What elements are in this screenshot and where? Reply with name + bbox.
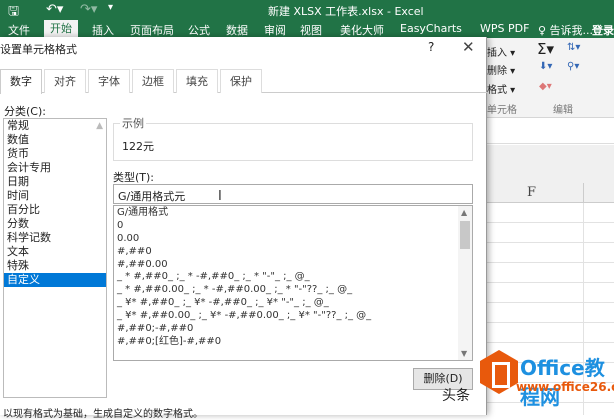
format-cells-button[interactable]: 格式 ▾ (487, 81, 515, 96)
tab-view[interactable]: 视图 (300, 22, 322, 38)
category-number[interactable]: 数值 (4, 133, 106, 147)
tab-font[interactable]: 字体 (88, 69, 130, 93)
format-item[interactable]: #,##0.00 (114, 258, 472, 271)
delete-cells-button[interactable]: 删除 ▾ (487, 62, 515, 77)
format-item[interactable]: _ ¥* #,##0.00_ ;_ ¥* -#,##0.00_ ;_ ¥* "-… (114, 309, 472, 322)
tab-page-layout[interactable]: 页面布局 (130, 22, 174, 38)
format-item[interactable]: #,##0;[红色]-#,##0 (114, 335, 472, 348)
tab-easycharts[interactable]: EasyCharts (400, 22, 462, 35)
tab-border[interactable]: 边框 (132, 69, 174, 93)
office-logo-icon (480, 350, 518, 394)
toutiao-watermark: 头条 (442, 388, 470, 404)
category-scientific[interactable]: 科学记数 (4, 231, 106, 245)
text-cursor-icon: I (218, 189, 222, 204)
tab-alignment[interactable]: 对齐 (44, 69, 86, 93)
ribbon-tabs: 文件 开始 插入 页面布局 公式 数据 审阅 视图 美化大师 EasyChart… (0, 20, 614, 38)
ribbon-body: 插入 ▾ 删除 ▾ 格式 ▾ 单元格 Σ▾ ⇅▾ ⬇▾ ⚲▾ ◆▾ 编辑 (487, 38, 614, 118)
clear-icon[interactable]: ◆▾ (539, 81, 552, 92)
watermark: 头条 Office教程网 www.office26.com (400, 350, 614, 415)
format-item[interactable]: #,##0 (114, 245, 472, 258)
customize-qat-icon[interactable]: ▾ (108, 2, 113, 13)
category-currency[interactable]: 货币 (4, 147, 106, 161)
tab-beautify[interactable]: 美化大师 (340, 22, 384, 38)
group-cells-label: 单元格 (487, 105, 517, 116)
redo-icon[interactable]: ↷▾ (80, 2, 97, 17)
tab-file[interactable]: 文件 (8, 22, 30, 38)
format-list[interactable]: G/通用格式 0 0.00 #,##0 #,##0.00 _ * #,##0_ … (113, 205, 473, 361)
category-label: 分类(C): (4, 105, 46, 118)
sample-label: 示例 (120, 115, 146, 131)
category-special[interactable]: 特殊 (4, 259, 106, 273)
category-custom[interactable]: 自定义 (4, 273, 106, 287)
scrollbar-thumb[interactable] (460, 221, 470, 249)
sheet-toolbar (487, 145, 614, 183)
format-item[interactable]: 0 (114, 219, 472, 232)
formula-bar[interactable] (487, 120, 614, 144)
format-list-scrollbar[interactable]: ▲ ▼ (458, 206, 472, 360)
format-item[interactable]: _ ¥* #,##0_ ;_ ¥* -#,##0_ ;_ ¥* "-"_ ;_ … (114, 296, 472, 309)
tab-wps-pdf[interactable]: WPS PDF (480, 22, 529, 35)
tell-me[interactable]: ♀ 告诉我... (538, 22, 593, 38)
window-title: 新建 XLSX 工作表.xlsx - Excel (268, 5, 424, 18)
close-icon[interactable]: ✕ (462, 38, 475, 56)
format-item[interactable]: G/通用格式 (114, 206, 472, 219)
type-label: 类型(T): (113, 171, 155, 184)
category-time[interactable]: 时间 (4, 189, 106, 203)
autosum-icon[interactable]: Σ▾ (537, 40, 554, 58)
category-date[interactable]: 日期 (4, 175, 106, 189)
find-icon[interactable]: ⚲▾ (567, 61, 579, 72)
sort-filter-icon[interactable]: ⇅▾ (567, 42, 580, 53)
format-item[interactable]: _ * #,##0.00_ ;_ * -#,##0.00_ ;_ * "-"??… (114, 283, 472, 296)
category-list[interactable]: ▲ 常规 数值 货币 会计专用 日期 时间 百分比 分数 科学记数 文本 特殊 … (3, 118, 107, 398)
scroll-up-icon[interactable]: ▲ (461, 208, 467, 217)
hint-text: 以现有格式为基础，生成自定义的数字格式。 (3, 409, 203, 420)
tab-insert[interactable]: 插入 (92, 22, 114, 38)
watermark-url: www.office26.com (516, 380, 614, 394)
tab-review[interactable]: 审阅 (264, 22, 286, 38)
fill-icon[interactable]: ⬇▾ (539, 61, 552, 72)
login-link[interactable]: 登录 (592, 22, 614, 38)
scroll-up-icon[interactable]: ▲ (96, 121, 103, 131)
tab-home[interactable]: 开始 (44, 20, 78, 38)
tab-fill[interactable]: 填充 (176, 69, 218, 93)
sample-value: 122元 (122, 140, 154, 153)
excel-title-bar: 🖫 ↶▾ ↷▾ ▾ 新建 XLSX 工作表.xlsx - Excel (0, 0, 614, 20)
insert-cells-button[interactable]: 插入 ▾ (487, 44, 515, 59)
format-item[interactable]: 0.00 (114, 232, 472, 245)
undo-icon[interactable]: ↶▾ (46, 2, 63, 17)
dialog-tabs: 数字 对齐 字体 边框 填充 保护 (0, 69, 487, 94)
format-item[interactable]: #,##0;-#,##0 (114, 322, 472, 335)
category-fraction[interactable]: 分数 (4, 217, 106, 231)
help-button[interactable]: ? (428, 40, 434, 54)
tab-formulas[interactable]: 公式 (188, 22, 210, 38)
dialog-title: 设置单元格格式 (0, 43, 77, 56)
category-percentage[interactable]: 百分比 (4, 203, 106, 217)
column-header: F (487, 183, 614, 203)
tab-data[interactable]: 数据 (226, 22, 248, 38)
column-f-header[interactable]: F (527, 185, 536, 200)
group-edit-label: 编辑 (553, 105, 573, 116)
format-item[interactable]: _ * #,##0_ ;_ * -#,##0_ ;_ * "-"_ ;_ @_ (114, 270, 472, 283)
category-accounting[interactable]: 会计专用 (4, 161, 106, 175)
category-general[interactable]: 常规 (4, 119, 106, 133)
tab-number[interactable]: 数字 (0, 69, 42, 94)
category-text[interactable]: 文本 (4, 245, 106, 259)
type-input[interactable]: G/通用格式元 (113, 184, 473, 204)
tab-protection[interactable]: 保护 (220, 69, 262, 93)
sample-group: 示例 122元 (113, 115, 473, 161)
